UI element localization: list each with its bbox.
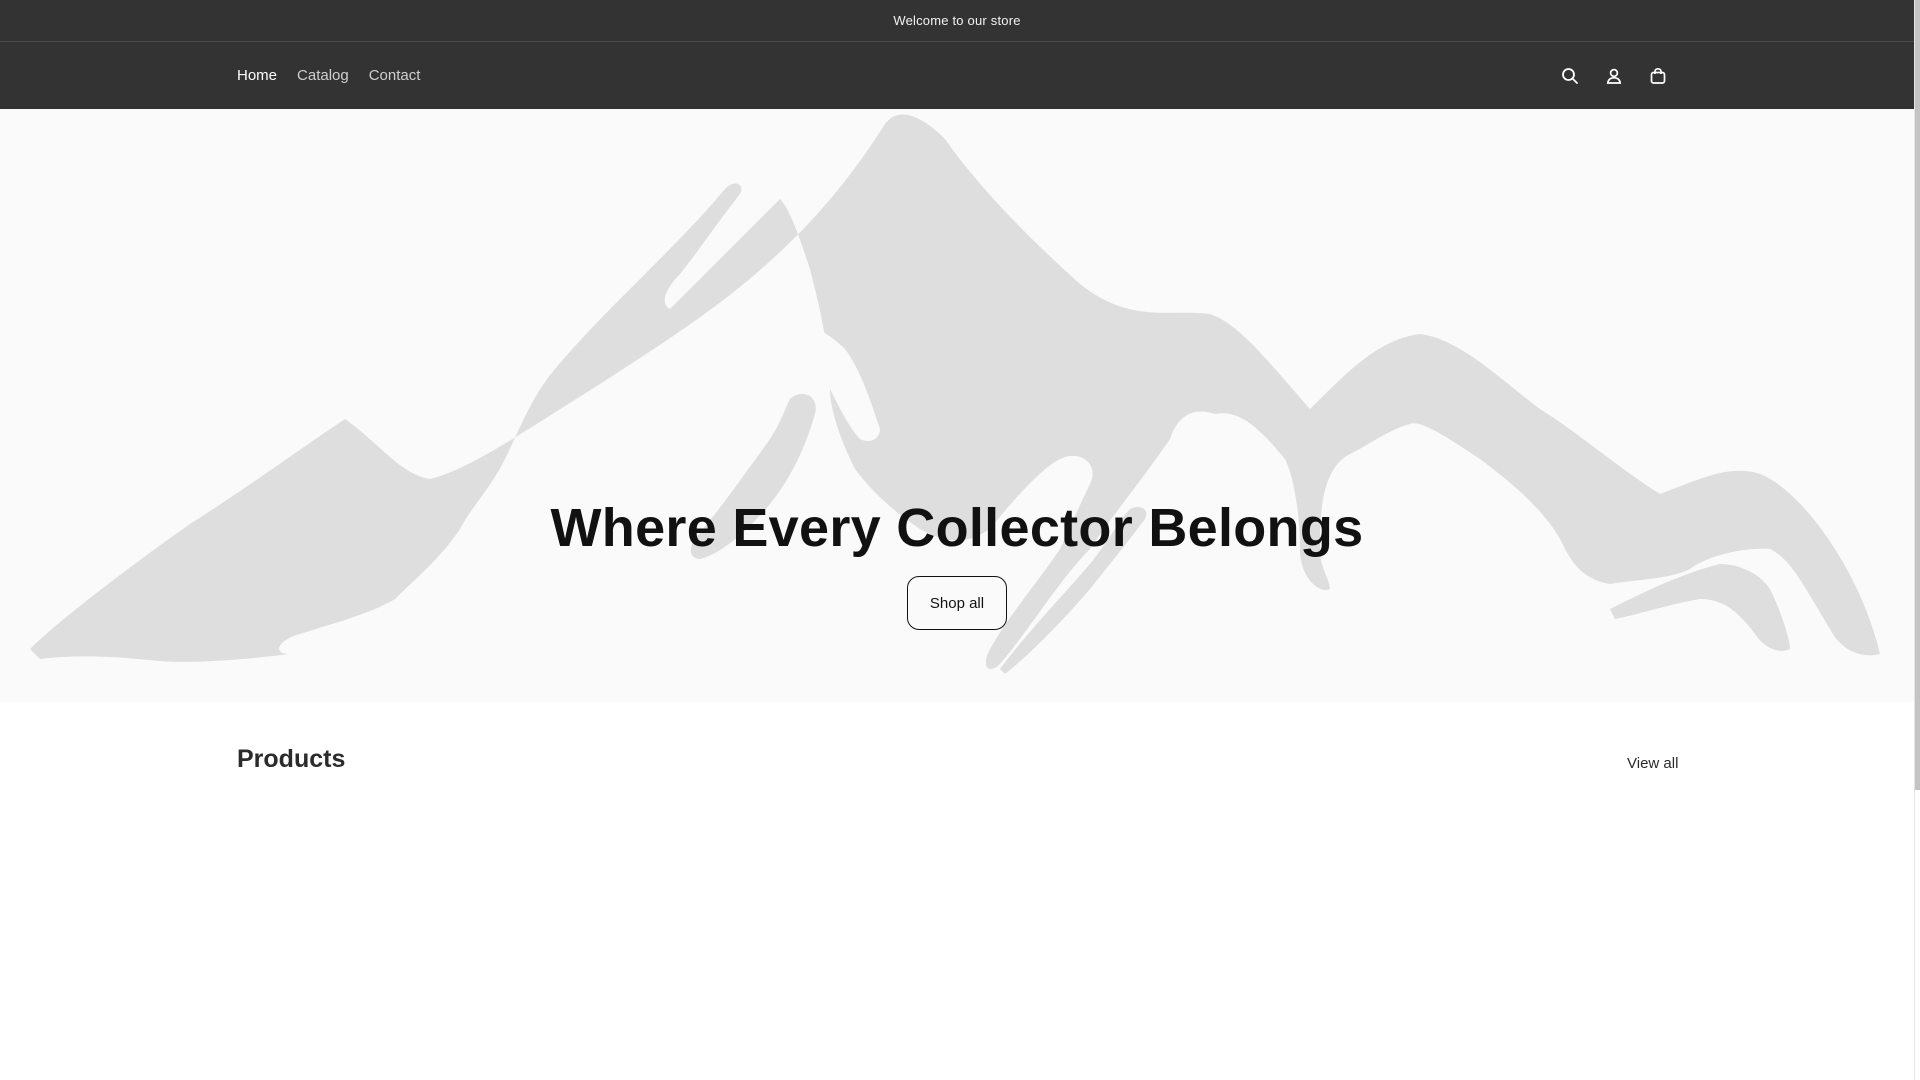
header-icons — [1548, 42, 1680, 109]
nav-item-home[interactable]: Home — [237, 67, 277, 84]
scrollbar[interactable] — [1914, 0, 1920, 1080]
announcement-text: Welcome to our store — [893, 13, 1021, 28]
site-header: Home Catalog Contact — [0, 42, 1914, 109]
search-icon — [1562, 67, 1578, 84]
hero-banner: Where Every Collector Belongs Shop all — [0, 109, 1914, 702]
search-button[interactable] — [1548, 54, 1592, 98]
main-nav: Home Catalog Contact — [237, 42, 440, 109]
announcement-bar: Welcome to our store — [0, 0, 1914, 42]
products-heading: Products — [237, 745, 346, 773]
account-button[interactable] — [1592, 54, 1636, 98]
cart-button[interactable] — [1636, 54, 1680, 98]
cart-icon — [1650, 67, 1666, 84]
page: Welcome to our store Home Catalog Contac… — [0, 0, 1914, 1080]
nav-item-contact[interactable]: Contact — [369, 67, 421, 84]
shop-all-button[interactable]: Shop all — [907, 576, 1007, 630]
view-all-link[interactable]: View all — [1627, 755, 1678, 772]
scrollbar-thumb[interactable] — [1915, 0, 1920, 790]
hero-title: Where Every Collector Belongs — [550, 498, 1364, 558]
account-icon — [1606, 68, 1622, 84]
nav-item-catalog[interactable]: Catalog — [297, 67, 349, 84]
